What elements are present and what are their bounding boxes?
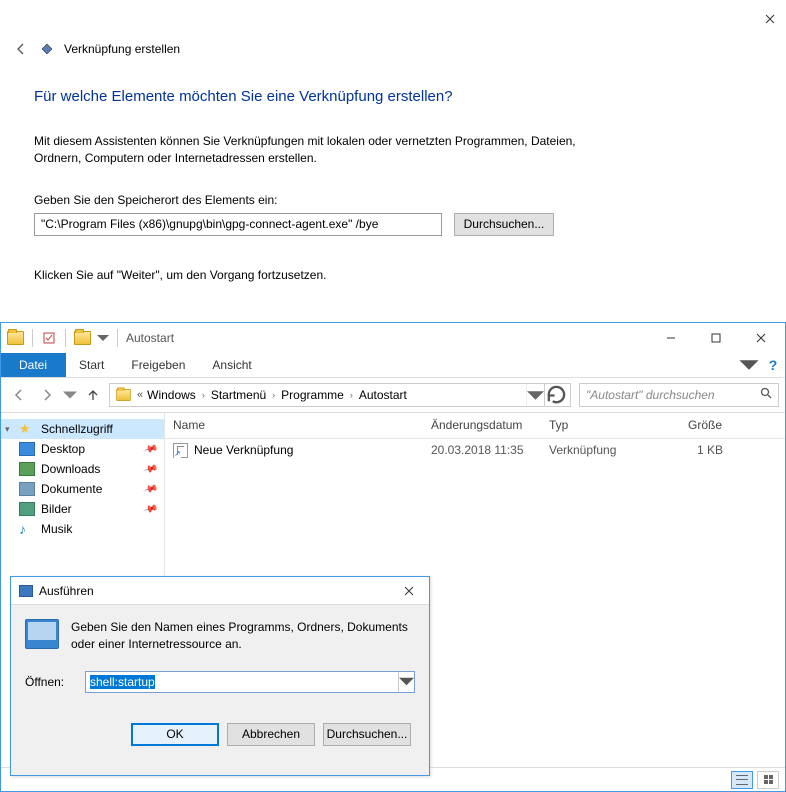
- documents-icon: [19, 482, 35, 496]
- nav-back-button[interactable]: [7, 383, 31, 407]
- column-header-type[interactable]: Typ: [541, 413, 651, 438]
- explorer-titlebar: Autostart: [1, 323, 785, 353]
- sidebar-item-documents[interactable]: Dokumente 📌: [1, 479, 164, 499]
- expand-ribbon-icon[interactable]: [737, 353, 761, 377]
- breadcrumb-item[interactable]: Programme: [279, 388, 346, 402]
- sidebar-item-music[interactable]: ♪ Musik: [1, 519, 164, 539]
- file-type: Verknüpfung: [541, 443, 651, 457]
- nav-forward-button: [35, 383, 59, 407]
- music-icon: ♪: [19, 522, 35, 536]
- refresh-icon[interactable]: [544, 384, 568, 406]
- window-caption: Autostart: [126, 331, 174, 345]
- pin-icon: 📌: [142, 501, 158, 517]
- tab-file[interactable]: Datei: [1, 353, 66, 377]
- ok-button[interactable]: OK: [131, 723, 219, 746]
- maximize-button[interactable]: [693, 324, 738, 352]
- open-value: shell:startup: [90, 675, 155, 689]
- close-button[interactable]: [394, 580, 424, 602]
- nav-up-button[interactable]: [81, 383, 105, 407]
- browse-button[interactable]: Durchsuchen...: [323, 723, 411, 746]
- pin-icon: 📌: [142, 461, 158, 477]
- folder-icon: [7, 331, 24, 345]
- search-icon: [760, 386, 772, 404]
- pictures-icon: [19, 502, 35, 516]
- breadcrumb-item[interactable]: Startmenü: [209, 388, 268, 402]
- cancel-button[interactable]: Abbrechen: [227, 723, 315, 746]
- close-button[interactable]: [759, 8, 781, 30]
- downloads-icon: [19, 462, 35, 476]
- breadcrumb-item[interactable]: Windows: [145, 388, 198, 402]
- run-app-icon: [25, 619, 59, 649]
- file-date: 20.03.2018 11:35: [423, 443, 541, 457]
- chevron-right-icon[interactable]: ›: [346, 390, 357, 400]
- file-size: 1 KB: [651, 443, 731, 457]
- properties-icon[interactable]: [41, 330, 57, 346]
- sidebar-item-downloads[interactable]: Downloads 📌: [1, 459, 164, 479]
- nav-history-caret-icon[interactable]: [63, 388, 77, 402]
- column-header-size[interactable]: Größe: [651, 413, 731, 438]
- ribbon: Datei Start Freigeben Ansicht ?: [1, 353, 785, 378]
- sidebar-item-pictures[interactable]: Bilder 📌: [1, 499, 164, 519]
- wizard-heading: Für welche Elemente möchten Sie eine Ver…: [34, 88, 726, 105]
- run-dialog: Ausführen Geben Sie den Namen eines Prog…: [10, 576, 430, 776]
- chevron-down-icon[interactable]: [398, 672, 414, 692]
- run-icon: [19, 585, 33, 597]
- sidebar-item-quickaccess[interactable]: ▾ ★ Schnellzugriff: [1, 419, 164, 439]
- help-icon[interactable]: ?: [761, 353, 785, 377]
- breadcrumb-item[interactable]: Autostart: [357, 388, 409, 402]
- open-combobox[interactable]: shell:startup: [85, 671, 415, 693]
- shortcut-wizard-icon: [42, 44, 53, 55]
- file-name: Neue Verknüpfung: [194, 443, 293, 457]
- target-path-input[interactable]: [34, 213, 442, 236]
- sidebar-item-label: Musik: [41, 522, 72, 536]
- path-label: Geben Sie den Speicherort des Elements e…: [34, 193, 726, 207]
- wizard-hint: Klicken Sie auf "Weiter", um den Vorgang…: [34, 268, 726, 282]
- run-description: Geben Sie den Namen eines Programms, Ord…: [71, 619, 415, 653]
- view-large-icons-button[interactable]: [757, 771, 779, 789]
- sidebar-item-desktop[interactable]: Desktop 📌: [1, 439, 164, 459]
- chevron-right-icon[interactable]: ›: [268, 390, 279, 400]
- sidebar-item-label: Schnellzugriff: [41, 422, 113, 436]
- shortcut-file-icon: [173, 443, 188, 458]
- column-header-name[interactable]: Name: [165, 413, 423, 438]
- breadcrumb-caret-icon[interactable]: [526, 384, 544, 406]
- column-header-date[interactable]: Änderungsdatum: [423, 413, 541, 438]
- pin-icon: 📌: [142, 481, 158, 497]
- wizard-title: Verknüpfung erstellen: [64, 42, 180, 56]
- run-title: Ausführen: [39, 584, 394, 598]
- search-placeholder: "Autostart" durchsuchen: [586, 388, 760, 402]
- breadcrumb[interactable]: « Windows › Startmenü › Programme › Auto…: [109, 383, 571, 407]
- sidebar-item-label: Bilder: [41, 502, 72, 516]
- qat-caret-icon[interactable]: [97, 330, 109, 346]
- table-row[interactable]: Neue Verknüpfung 20.03.2018 11:35 Verknü…: [165, 439, 785, 461]
- star-icon: ★: [19, 422, 35, 436]
- browse-button[interactable]: Durchsuchen...: [454, 213, 554, 236]
- create-shortcut-wizard: Verknüpfung erstellen Für welche Element…: [0, 0, 786, 310]
- minimize-button[interactable]: [648, 324, 693, 352]
- open-label: Öffnen:: [25, 675, 77, 689]
- folder-icon: [116, 389, 130, 401]
- wizard-intro: Mit diesem Assistenten können Sie Verknü…: [34, 133, 594, 167]
- tab-view[interactable]: Ansicht: [199, 353, 265, 377]
- tab-start[interactable]: Start: [66, 353, 118, 377]
- tab-share[interactable]: Freigeben: [118, 353, 199, 377]
- close-button[interactable]: [738, 324, 783, 352]
- back-button[interactable]: [12, 40, 30, 58]
- view-details-button[interactable]: [731, 771, 753, 789]
- chevron-right-icon[interactable]: ›: [198, 390, 209, 400]
- desktop-icon: [19, 442, 35, 456]
- chevron-down-icon[interactable]: ▾: [5, 424, 15, 435]
- address-bar-row: « Windows › Startmenü › Programme › Auto…: [1, 378, 785, 413]
- chevron-double-icon[interactable]: «: [135, 389, 145, 401]
- search-input[interactable]: "Autostart" durchsuchen: [579, 383, 779, 407]
- sidebar-item-label: Dokumente: [41, 482, 102, 496]
- sidebar-item-label: Downloads: [41, 462, 100, 476]
- pin-icon: 📌: [142, 441, 158, 457]
- sidebar-item-label: Desktop: [41, 442, 85, 456]
- new-folder-icon[interactable]: [74, 331, 91, 345]
